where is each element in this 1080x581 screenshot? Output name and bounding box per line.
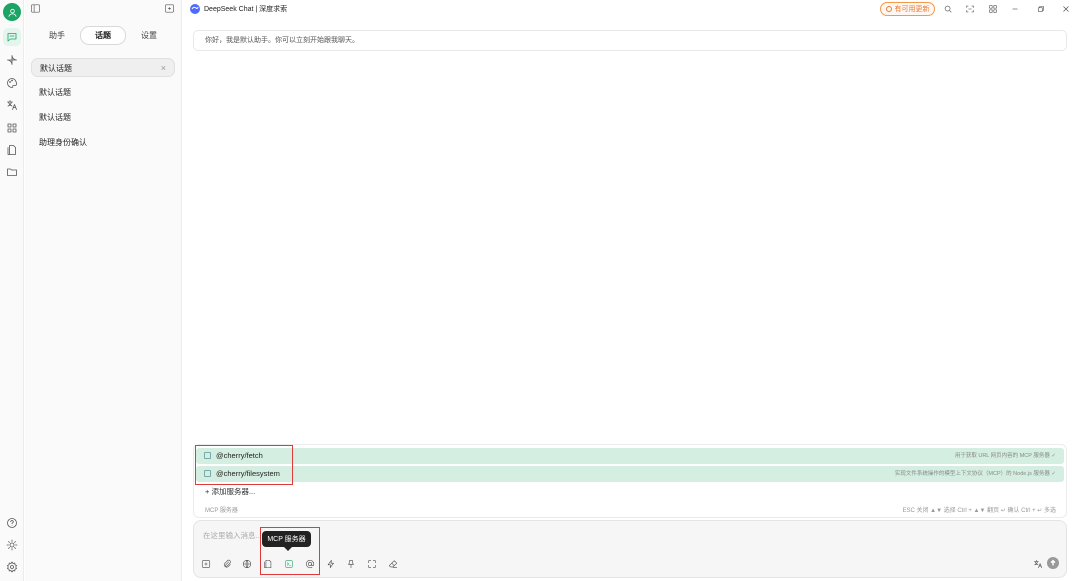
settings-icon[interactable] xyxy=(3,558,21,576)
topic-item[interactable]: 默认话题 × xyxy=(31,58,175,77)
arrow-up-icon xyxy=(1050,559,1056,566)
minimize-icon[interactable] xyxy=(1009,3,1021,15)
restore-icon[interactable] xyxy=(1035,3,1047,15)
highlight-annotation xyxy=(195,445,293,485)
theme-icon[interactable] xyxy=(3,536,21,554)
mcp-server-item[interactable]: @cherry/filesystem 实现文件系统操作的模型上下文协议（MCP）… xyxy=(196,466,1064,482)
quick-phrase-icon[interactable] xyxy=(325,558,337,570)
update-label: 有可用更新 xyxy=(894,6,930,13)
new-topic-icon[interactable] xyxy=(200,558,212,570)
topic-label: 助理身份确认 xyxy=(39,138,87,147)
keyboard-hints: ESC 关闭 ▲▼ 选择 Ctrl + ▲▼ 翻页 ↵ 确认 Ctrl + ↵ … xyxy=(902,508,1057,514)
chat-main: DeepSeek Chat | 深度求索 有可用更新 你好，我是默认助手。你可以… xyxy=(183,0,1080,581)
tab-settings[interactable]: 设置 xyxy=(126,27,172,44)
mcp-footer-title: MCP 服务器 xyxy=(205,508,238,514)
attachment-icon[interactable] xyxy=(221,558,233,570)
topic-item[interactable]: 助理身份确认 xyxy=(31,133,175,152)
tab-assistants[interactable]: 助手 xyxy=(34,27,80,44)
icon-rail xyxy=(0,0,24,581)
mcp-server-popup: @cherry/fetch 用于获取 URL 网页内容的 MCP 服务器 ✓ @… xyxy=(193,444,1067,518)
message-input-box[interactable]: 在这里输入消息... xyxy=(193,520,1067,578)
mcp-server-item[interactable]: @cherry/fetch 用于获取 URL 网页内容的 MCP 服务器 ✓ xyxy=(196,448,1064,464)
highlight-annotation xyxy=(260,527,320,575)
new-topic-icon[interactable] xyxy=(164,3,176,15)
model-name[interactable]: DeepSeek Chat | 深度求索 xyxy=(204,4,287,14)
title-bar: DeepSeek Chat | 深度求索 有可用更新 xyxy=(183,0,1080,18)
mcp-server-desc: 实现文件系统操作的模型上下文协议（MCP）的 Node.js 服务器 ✓ xyxy=(894,471,1056,477)
eraser-icon[interactable] xyxy=(387,558,399,570)
help-icon[interactable] xyxy=(3,514,21,532)
translate-icon[interactable] xyxy=(3,96,21,114)
translate-icon[interactable] xyxy=(1032,558,1044,570)
send-button[interactable] xyxy=(1047,557,1059,569)
mcp-footer: MCP 服务器 ESC 关闭 ▲▼ 选择 Ctrl + ▲▼ 翻页 ↵ 确认 C… xyxy=(205,505,1056,514)
folder-icon[interactable] xyxy=(3,163,21,181)
web-search-icon[interactable] xyxy=(241,558,253,570)
topic-label: 默认话题 xyxy=(39,113,71,122)
close-icon[interactable]: × xyxy=(161,59,166,78)
tab-topics[interactable]: 话题 xyxy=(80,25,126,45)
grid-icon[interactable] xyxy=(987,3,999,15)
user-icon xyxy=(7,8,17,17)
apps-icon[interactable] xyxy=(3,119,21,137)
files-icon[interactable] xyxy=(3,141,21,159)
deepseek-logo-icon xyxy=(190,4,200,14)
add-server-button[interactable]: + 添加服务器... xyxy=(205,486,255,497)
sparkle-icon[interactable] xyxy=(3,51,21,69)
update-icon xyxy=(885,6,892,12)
mcp-server-desc: 用于获取 URL 网页内容的 MCP 服务器 ✓ xyxy=(954,453,1056,459)
expand-icon[interactable] xyxy=(964,3,976,15)
chat-icon[interactable] xyxy=(3,28,21,46)
search-icon[interactable] xyxy=(942,3,954,15)
fullscreen-icon[interactable] xyxy=(366,558,378,570)
topic-item[interactable]: 默认话题 xyxy=(31,83,175,102)
panel-tabs: 助手 话题 设置 xyxy=(34,25,172,45)
sidebar-toggle-icon[interactable] xyxy=(30,3,42,15)
greeting-message: 你好，我是默认助手。你可以立刻开始跟我聊天。 xyxy=(193,30,1067,51)
topic-item[interactable]: 默认话题 xyxy=(31,108,175,127)
topic-label: 默认话题 xyxy=(40,64,72,73)
clear-context-icon[interactable] xyxy=(345,558,357,570)
topic-label: 默认话题 xyxy=(39,88,71,97)
panel-header xyxy=(25,0,181,18)
topic-panel: 助手 话题 设置 默认话题 × 默认话题 默认话题 助理身份确认 xyxy=(25,0,182,581)
palette-icon[interactable] xyxy=(3,74,21,92)
avatar[interactable] xyxy=(3,3,21,21)
update-button[interactable]: 有可用更新 xyxy=(880,2,935,16)
message-input[interactable]: 在这里输入消息... xyxy=(203,530,262,541)
close-window-icon[interactable] xyxy=(1060,3,1072,15)
